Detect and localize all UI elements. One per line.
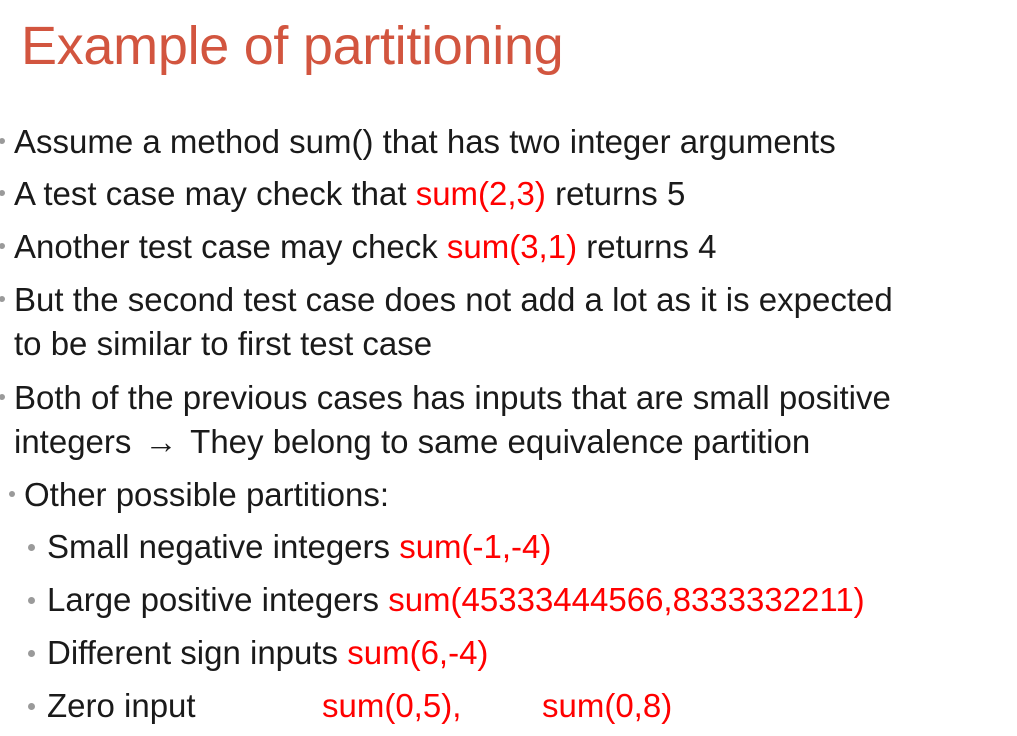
bullet-line-2-end: They belong to same equivalence partitio… (190, 423, 811, 460)
code-sum-negative: sum(-1,-4) (399, 528, 552, 565)
slide-title: Example of partitioning (21, 16, 564, 76)
bullet-text-after: returns 5 (545, 175, 686, 212)
bullet-line-2-start: integers (14, 423, 132, 460)
code-sum-3-1: sum(3,1) (446, 228, 578, 265)
bullet-text: Assume a method sum() that has two integ… (14, 123, 836, 160)
bullet-second-case: But the second test case does not add a … (0, 278, 893, 366)
bullet-other-partitions: Other possible partitions: (8, 473, 390, 517)
bullet-text: A test case may check that (14, 175, 416, 212)
slide: Example of partitioning Assume a method … (0, 0, 1017, 736)
bullet-text-after: returns 4 (577, 228, 717, 265)
bullet-line-1: But the second test case does not add a … (14, 281, 893, 318)
bullet-assume-method: Assume a method sum() that has two integ… (0, 120, 836, 164)
sub-bullet-small-negative: Small negative integers sum(-1,-4) (27, 525, 552, 569)
bullet-both-cases: Both of the previous cases has inputs th… (0, 376, 891, 464)
bullet-text: Other possible partitions: (24, 476, 390, 513)
bullet-line-1: Both of the previous cases has inputs th… (14, 379, 891, 416)
sub-bullet-large-positive: Large positive integers sum(45333444566,… (28, 578, 865, 622)
code-sum-mixed-sign: sum(6,-4) (347, 634, 489, 671)
bullet-text: Another test case may check (14, 228, 447, 265)
partition-label: Large positive integers (47, 581, 389, 618)
bullet-line-2: integers → They belong to same equivalen… (14, 420, 891, 464)
bullet-line-2: to be similar to first test case (14, 325, 433, 362)
bullet-test-case-2: Another test case may check sum(3,1) ret… (0, 225, 717, 269)
right-arrow-icon: → (144, 423, 178, 460)
partition-label: Different sign inputs (47, 634, 348, 671)
partition-label: Small negative integers (47, 528, 400, 565)
code-sum-2-3: sum(2,3) (415, 175, 546, 212)
partition-label: Zero input (47, 687, 196, 724)
code-sum-0-8: sum(0,8) (542, 687, 673, 724)
code-sum-large: sum(45333444566,8333332211) (388, 581, 865, 618)
sub-bullet-zero-input: Zero input (28, 684, 196, 728)
sub-bullet-different-sign: Different sign inputs sum(6,-4) (27, 631, 489, 675)
code-sum-0-5: sum(0,5), (322, 687, 462, 724)
bullet-test-case-1: A test case may check that sum(2,3) retu… (0, 172, 686, 216)
